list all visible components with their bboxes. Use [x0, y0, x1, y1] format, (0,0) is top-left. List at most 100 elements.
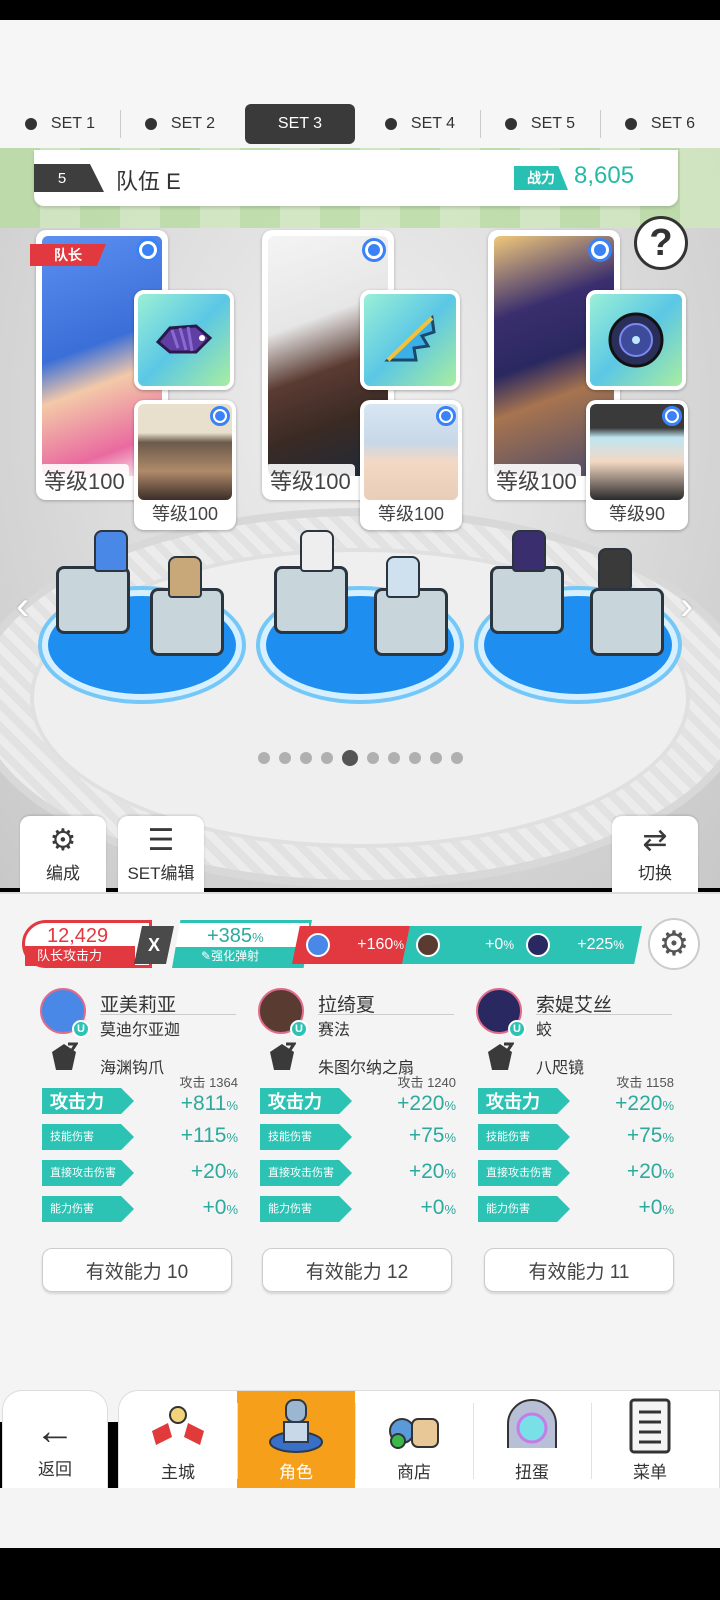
attack-percent: +811% — [180, 1092, 238, 1115]
character-name: 拉绮夏 — [318, 995, 376, 1016]
ability-damage-percent: +0% — [638, 1196, 674, 1219]
boost-box: +385% ✎强化弹射 — [172, 920, 312, 968]
direct-damage-percent: +20% — [408, 1160, 456, 1183]
prev-arrow-icon[interactable]: ‹ — [16, 584, 29, 629]
sub-character-card-2[interactable]: 等级100 — [360, 400, 462, 530]
character-sprite — [168, 556, 202, 598]
set-edit-button[interactable]: ☰ SET编辑 — [118, 816, 204, 892]
skill-damage-row: 技能伤害 +75% — [260, 1124, 456, 1152]
base-attack: 攻击 1240 — [397, 1075, 456, 1090]
formation-button[interactable]: ⚙ 编成 — [20, 816, 106, 892]
skill-damage-percent: +75% — [626, 1124, 674, 1147]
pedestal-block — [56, 566, 130, 634]
effective-ability-button-1[interactable]: 有效能力 10 — [42, 1248, 232, 1292]
pedestal-block — [150, 588, 224, 656]
attack-stat-row: 攻击力 攻击 1158 +220% — [478, 1075, 674, 1116]
divider — [100, 1014, 236, 1015]
weapon-name: 赛法 — [318, 1022, 351, 1039]
page-dot[interactable] — [257, 752, 270, 764]
page-dot[interactable] — [387, 752, 400, 764]
character-level: 等级100 — [40, 464, 129, 496]
page-dot[interactable] — [408, 752, 421, 764]
back-button[interactable]: ← 返回 — [2, 1390, 108, 1488]
leader-attack-value: 12,429 — [47, 925, 109, 947]
tab-set-3[interactable]: SET 3 — [245, 104, 355, 144]
tab-set-6[interactable]: SET 6 — [600, 104, 720, 144]
selected-check-icon — [136, 238, 160, 262]
direct-damage-percent: +20% — [626, 1160, 674, 1183]
settings-gear-button[interactable]: ⚙ — [648, 918, 700, 970]
weapon-slot-1[interactable] — [134, 290, 234, 390]
nav-menu[interactable]: 菜单 — [591, 1391, 709, 1489]
page-dot[interactable] — [278, 752, 291, 764]
element-badge-icon: U — [72, 1020, 90, 1038]
nav-shop[interactable]: 商店 — [355, 1391, 473, 1489]
selected-check-icon — [588, 238, 612, 262]
character-avatar-icon — [526, 933, 550, 957]
weapon-name: 莫迪尔亚迦 — [100, 1022, 181, 1039]
switch-button[interactable]: ⇄ 切换 — [612, 816, 698, 892]
selected-check-icon — [662, 406, 682, 426]
nav-main-city[interactable]: 主城 — [119, 1391, 237, 1489]
selected-check-icon — [210, 406, 230, 426]
tab-dot-icon — [624, 118, 637, 130]
pedestal-block — [490, 566, 564, 634]
bottom-navigation: ← 返回 主城 角色 商店 扭蛋 菜单 — [0, 1388, 720, 1489]
effective-ability-button-3[interactable]: 有效能力 11 — [484, 1248, 674, 1292]
tab-set-2[interactable]: SET 2 — [120, 104, 240, 144]
skill-damage-percent: +75% — [408, 1124, 456, 1147]
sub-character-card-1[interactable]: 等级100 — [134, 400, 236, 530]
shop-bag-icon — [382, 1398, 446, 1454]
accessory-name: 八咫镜 — [536, 1060, 585, 1077]
sub-character-level: 等级100 — [151, 504, 219, 524]
ability-damage-row: 能力伤害 +0% — [260, 1196, 456, 1224]
character-sprite — [386, 556, 420, 598]
next-arrow-icon[interactable]: › — [680, 584, 693, 629]
page-dot[interactable] — [299, 752, 312, 764]
divider — [318, 1014, 454, 1015]
base-attack: 攻击 1364 — [179, 1075, 238, 1090]
pedestal-block — [374, 588, 448, 656]
skill-damage-percent: +115% — [180, 1124, 238, 1147]
character-name: 亚美莉亚 — [100, 995, 177, 1016]
sub-character-level: 等级90 — [608, 504, 666, 524]
nav-group: 主城 角色 商店 扭蛋 菜单 — [118, 1390, 720, 1489]
weapon-name: 蛟 — [536, 1022, 553, 1039]
fan-weapon-icon — [384, 314, 436, 362]
tab-set-4[interactable]: SET 4 — [360, 104, 480, 144]
pedestal-block — [274, 566, 348, 634]
set-tabs: SET 1 SET 2 SET 3 SET 4 SET 5 SET 6 — [0, 100, 720, 148]
tab-set-1[interactable]: SET 1 — [0, 104, 120, 144]
page-dot[interactable] — [429, 752, 442, 764]
ability-damage-percent: +0% — [420, 1196, 456, 1219]
page-dot[interactable] — [450, 752, 463, 764]
weapon-slot-3[interactable] — [586, 290, 686, 390]
weapon-slot-2[interactable] — [360, 290, 460, 390]
back-arrow-icon: ← — [35, 1409, 75, 1453]
bottom-spacer — [0, 1488, 720, 1548]
boost-value: +385% — [207, 925, 264, 947]
system-nav-bar — [0, 1548, 720, 1600]
page-dot[interactable] — [366, 752, 379, 764]
accessory-name: 海渊钩爪 — [100, 1060, 165, 1077]
page-dot[interactable] — [320, 752, 333, 764]
page-dot[interactable] — [341, 750, 358, 766]
fish-weapon-icon — [155, 324, 213, 354]
attack-stat-row: 攻击力 攻击 1364 +811% — [42, 1075, 238, 1116]
accessory-stone-icon — [488, 1042, 514, 1070]
team-name[interactable]: 队伍 E — [116, 164, 181, 196]
power-label: 战力 — [514, 166, 568, 190]
gacha-portal-icon — [500, 1398, 564, 1454]
sub-character-card-3[interactable]: 等级90 — [586, 400, 688, 530]
ability-damage-row: 能力伤害 +0% — [42, 1196, 238, 1224]
nav-gacha[interactable]: 扭蛋 — [473, 1391, 591, 1489]
menu-list-icon — [618, 1398, 682, 1454]
tab-dot-icon — [144, 118, 157, 130]
tab-dot-icon — [24, 118, 37, 130]
list-icon: ☰ — [147, 824, 175, 857]
help-button[interactable]: ? — [634, 216, 688, 270]
tab-dot-icon — [504, 118, 517, 130]
tab-set-5[interactable]: SET 5 — [480, 104, 600, 144]
nav-character[interactable]: 角色 — [237, 1391, 355, 1489]
effective-ability-button-2[interactable]: 有效能力 12 — [262, 1248, 452, 1292]
